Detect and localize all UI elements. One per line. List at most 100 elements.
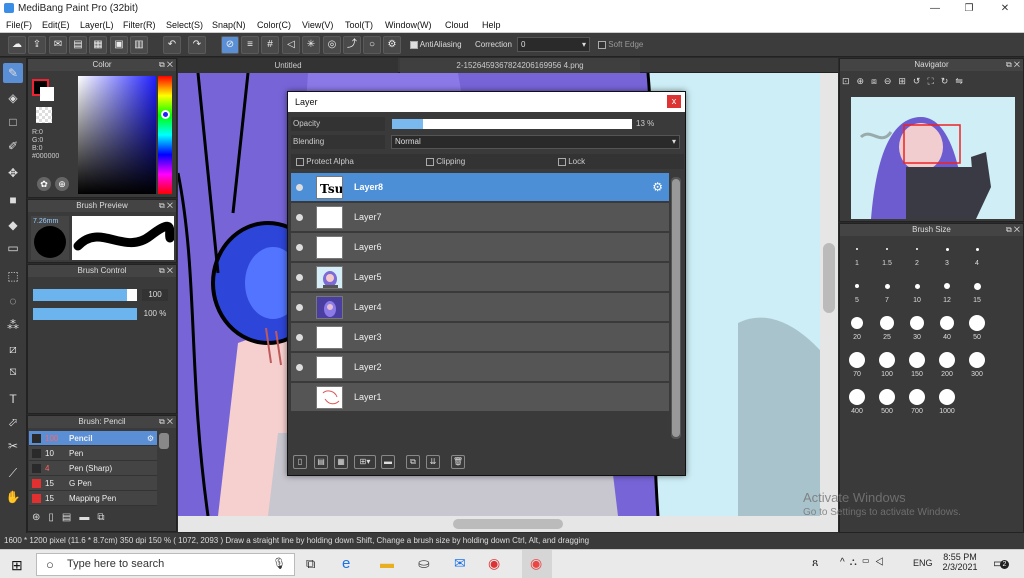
brush-size-option[interactable]: 1.5 (872, 238, 902, 274)
panel-close-icon[interactable]: ⧉ ✕ (1006, 224, 1020, 236)
divide-tool-icon[interactable]: ✂ (3, 436, 23, 456)
layer-row[interactable]: Layer7 (291, 203, 669, 232)
file-explorer-icon[interactable]: ▬ (380, 555, 394, 571)
rotate-right-icon[interactable]: ↻ (941, 76, 956, 86)
microphone-icon[interactable]: 🎙 (272, 554, 286, 575)
menu-select[interactable]: Select(S) (166, 20, 203, 30)
brush-size-option[interactable]: 2 (902, 238, 932, 274)
menu-edit[interactable]: Edit(E) (42, 20, 70, 30)
snap-parallel-icon[interactable]: ≡ (241, 36, 259, 54)
duplicate-icon[interactable]: ⧉ (97, 512, 112, 523)
zoom-in-icon[interactable]: ⊕ (857, 76, 872, 86)
brush-size-option[interactable]: 400 (842, 386, 872, 422)
dot-tool-icon[interactable]: □ (3, 112, 23, 132)
fit-window-icon[interactable]: ⧈ (871, 76, 884, 86)
comment-icon[interactable]: ✉ (49, 36, 67, 54)
brush-size-option[interactable]: 200 (932, 349, 962, 385)
menu-tool[interactable]: Tool(T) (345, 20, 373, 30)
brush-size-option[interactable]: 5 (842, 275, 872, 311)
edge-browser-icon[interactable]: e (342, 555, 350, 572)
visibility-eye-icon[interactable] (296, 244, 303, 251)
vertical-scroll-thumb[interactable] (823, 243, 835, 313)
eyedropper-icon[interactable]: ⟋ (3, 463, 23, 483)
layer-row[interactable]: Layer6 (291, 233, 669, 262)
menu-view[interactable]: View(V) (302, 20, 333, 30)
brush-opacity-value[interactable]: 100 % (140, 308, 170, 320)
blending-select[interactable]: Normal ▾ (391, 135, 680, 149)
brush-size-option[interactable]: 4 (962, 238, 992, 274)
mail-icon[interactable]: ✉ (454, 555, 466, 572)
layer-row[interactable]: Layer1 (291, 383, 669, 412)
canvas-horizontal-scrollbar[interactable] (178, 516, 838, 532)
snap-ellipse-icon[interactable]: ○ (363, 36, 381, 54)
volume-icon[interactable]: ◁ (875, 557, 889, 568)
delete-layer-icon[interactable]: 🗑 (451, 455, 465, 469)
brush-size-option[interactable]: 500 (872, 386, 902, 422)
zoom-fit-icon[interactable]: ⊡ (842, 76, 857, 86)
windows-start-icon[interactable]: ⊞ (11, 557, 27, 573)
brush-item-pencil[interactable]: 100 Pencil ⚙ (29, 431, 157, 446)
brush-menu-icon[interactable]: ▤ (62, 512, 79, 523)
layer-row[interactable]: Layer2 (291, 353, 669, 382)
menu-snap[interactable]: Snap(N) (212, 20, 246, 30)
zoom-out-icon[interactable]: ⊖ (884, 76, 899, 86)
shape-tool-icon[interactable]: ■ (3, 190, 23, 210)
camera-icon[interactable]: ⛬ (850, 557, 862, 568)
horizontal-scroll-thumb[interactable] (453, 519, 563, 529)
brush-size-option[interactable]: 20 (842, 312, 872, 348)
menu-filter[interactable]: Filter(R) (123, 20, 156, 30)
snap-circle-icon[interactable]: ◎ (323, 36, 341, 54)
canvas-vertical-scrollbar[interactable] (820, 73, 838, 516)
duplicate-layer-icon[interactable]: ⧉ (406, 455, 420, 469)
chevron-up-icon[interactable]: ^ (840, 557, 850, 568)
settings-gear-icon[interactable]: ⚙ (383, 36, 401, 54)
language-indicator[interactable]: ENG (913, 558, 933, 568)
palette-add-icon[interactable]: ⊕ (55, 177, 69, 191)
lasso-tool-icon[interactable]: ◌ (3, 291, 23, 311)
brush-item-g-pen[interactable]: 15 G Pen (29, 476, 157, 491)
brush-size-option[interactable]: 100 (872, 349, 902, 385)
panel-close-icon[interactable]: ⧉ ✕ (159, 59, 173, 71)
panel-close-icon[interactable]: ⧉ ✕ (1006, 59, 1020, 71)
fill-tool-icon[interactable]: ◆ (3, 215, 23, 235)
eraser-tool-icon[interactable]: ◈ (3, 88, 23, 108)
brush-size-option[interactable]: 25 (872, 312, 902, 348)
tab-image-file[interactable]: 2-1526459367824206169956 4.png (400, 58, 640, 73)
close-button[interactable]: ✕ (988, 0, 1022, 17)
cloud-icon[interactable]: ☁ (8, 36, 26, 54)
layer-row[interactable]: Layer5 (291, 263, 669, 292)
snap-off-icon[interactable]: ⊘ (221, 36, 239, 54)
new-8bit-layer-icon[interactable]: ▦ (334, 455, 348, 469)
menu-cloud[interactable]: Cloud (445, 20, 469, 30)
brush-item-pen-sharp[interactable]: 4 Pen (Sharp) (29, 461, 157, 476)
antialiasing-checkbox[interactable] (410, 40, 418, 49)
snap-vanish-icon[interactable]: ◁ (282, 36, 300, 54)
brush-tool-icon[interactable]: ✎ (3, 63, 23, 83)
menu-color[interactable]: Color(C) (257, 20, 291, 30)
brush-size-option[interactable]: 7 (872, 275, 902, 311)
folder-icon[interactable]: ▬ (79, 512, 97, 523)
protect-alpha-checkbox[interactable] (296, 157, 304, 166)
brush-size-option[interactable]: 70 (842, 349, 872, 385)
grid-icon[interactable]: ▣ (110, 36, 128, 54)
task-view-icon[interactable]: ⧉ (306, 556, 315, 572)
hand-tool-icon[interactable]: ✋ (3, 487, 23, 507)
brush-opacity-slider[interactable] (33, 308, 137, 320)
visibility-eye-icon[interactable] (296, 184, 303, 191)
actual-size-icon[interactable]: ⊞ (898, 76, 913, 86)
gradient-tool-icon[interactable]: ▭ (3, 238, 23, 258)
layer-dialog-close-button[interactable]: x (667, 95, 681, 108)
brush-item-mapping-pen[interactable]: 15 Mapping Pen (29, 491, 157, 506)
new-layer-icon[interactable]: ▯ (293, 455, 307, 469)
brush-size-option[interactable]: 10 (902, 275, 932, 311)
visibility-eye-icon[interactable] (296, 304, 303, 311)
snap-cross-icon[interactable]: # (261, 36, 279, 54)
rotate-left-icon[interactable]: ↺ (913, 76, 928, 86)
people-icon[interactable]: ጸ (812, 557, 818, 570)
select-tool-icon[interactable]: ⬚ (3, 266, 23, 286)
brush-size-slider[interactable] (33, 289, 137, 301)
panel-close-icon[interactable]: ⧉ ✕ (159, 200, 173, 212)
frame-icon[interactable]: ▥ (130, 36, 148, 54)
snap-radial-icon[interactable]: ✳ (302, 36, 320, 54)
new-brush-icon[interactable]: ▯ (48, 512, 62, 523)
